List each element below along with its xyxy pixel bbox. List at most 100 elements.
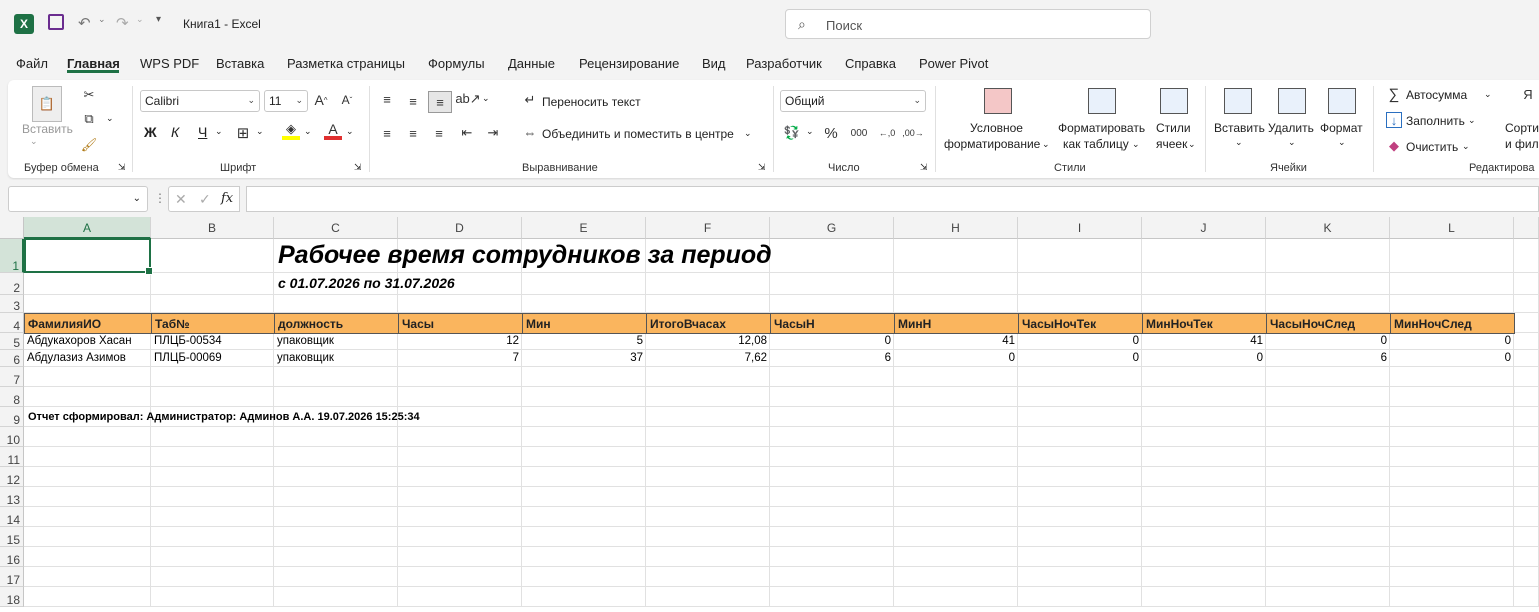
redo-dropdown-icon[interactable]: ⌄ <box>136 14 144 25</box>
column-header-b[interactable]: B <box>151 217 274 239</box>
grid-cell[interactable] <box>151 547 274 567</box>
grid-cell[interactable] <box>1266 567 1390 587</box>
grid-cell[interactable] <box>1018 407 1142 427</box>
fill-down-icon[interactable]: ↓ <box>1386 112 1402 128</box>
grid-cell[interactable] <box>151 239 274 273</box>
grid-cell[interactable] <box>1266 507 1390 527</box>
grid-cell[interactable] <box>894 467 1018 487</box>
grid-cell[interactable] <box>1266 239 1390 273</box>
grid-cell[interactable] <box>770 487 894 507</box>
grid-cell[interactable] <box>1514 239 1539 273</box>
grid-cell[interactable] <box>522 273 646 295</box>
name-box[interactable]: ⌄ <box>8 186 148 212</box>
format-as-table-icon[interactable] <box>1088 88 1116 114</box>
grid-cell[interactable] <box>522 387 646 407</box>
grid-cell[interactable] <box>894 507 1018 527</box>
row-header-17[interactable]: 17 <box>0 567 24 587</box>
grid-cell[interactable] <box>398 487 522 507</box>
align-bottom-icon[interactable]: ≡ <box>428 91 452 113</box>
search-box[interactable]: ⌕ Поиск <box>785 9 1151 39</box>
worksheet[interactable]: A B C D E F G H I J K L 1 2 3 4 5 6 7 8 9 10 11 12 13 14 15 16 17 18 Р… <box>0 217 1539 612</box>
grid-cell[interactable] <box>398 387 522 407</box>
row-header-16[interactable]: 16 <box>0 547 24 567</box>
grid-cell[interactable] <box>24 527 151 547</box>
format-as-table-dropdown-icon[interactable]: ⌄ <box>1132 139 1140 150</box>
copy-icon[interactable]: ⧉ <box>80 110 98 128</box>
tab-insert[interactable]: Вставка <box>216 56 264 71</box>
paste-button[interactable]: Вставить <box>22 122 73 136</box>
percent-icon[interactable]: % <box>822 124 840 142</box>
italic-button[interactable]: К <box>171 124 179 140</box>
conditional-formatting-dropdown-icon[interactable]: ⌄ <box>1042 139 1050 150</box>
grid-cell[interactable] <box>770 507 894 527</box>
grid-cell[interactable] <box>1514 313 1539 333</box>
grid-cell[interactable] <box>1514 407 1539 427</box>
number-format-dropdown[interactable]: Общий ⌄ <box>780 90 926 112</box>
grid-cell[interactable] <box>1390 467 1514 487</box>
grid-cell[interactable] <box>1142 367 1266 387</box>
decrease-font-icon[interactable]: Aˇ <box>338 90 356 110</box>
grid-cell[interactable] <box>1266 367 1390 387</box>
align-top-icon[interactable]: ≡ <box>378 90 396 108</box>
row-header-8[interactable]: 8 <box>0 387 24 407</box>
grid-cell[interactable] <box>24 547 151 567</box>
row-header-7[interactable]: 7 <box>0 367 24 387</box>
row-header-9[interactable]: 9 <box>0 407 24 427</box>
grid-cell[interactable] <box>770 427 894 447</box>
grid-cell[interactable] <box>1142 447 1266 467</box>
grid-cell[interactable] <box>151 567 274 587</box>
grid-cell[interactable] <box>646 587 770 607</box>
grid-cell[interactable] <box>522 527 646 547</box>
row-header-6[interactable]: 6 <box>0 350 24 367</box>
grid-cell[interactable] <box>1390 427 1514 447</box>
grid-cell[interactable] <box>151 507 274 527</box>
column-header-j[interactable]: J <box>1142 217 1266 239</box>
tab-help[interactable]: Справка <box>845 56 896 71</box>
row-header-10[interactable]: 10 <box>0 427 24 447</box>
grid-cell[interactable] <box>274 295 398 313</box>
grid-cell[interactable] <box>894 447 1018 467</box>
format-as-table-button[interactable]: Форматировать <box>1058 121 1145 135</box>
grid-cell[interactable] <box>1018 547 1142 567</box>
grid-cell[interactable] <box>1018 487 1142 507</box>
grid-cell[interactable] <box>894 487 1018 507</box>
bold-button[interactable]: Ж <box>144 124 157 140</box>
grid-cell[interactable] <box>151 295 274 313</box>
row-header-2[interactable]: 2 <box>0 273 24 295</box>
row-header-11[interactable]: 11 <box>0 447 24 467</box>
number-launcher-icon[interactable]: ⇲ <box>920 162 928 173</box>
grid-cell[interactable] <box>770 273 894 295</box>
grid-cell[interactable] <box>646 273 770 295</box>
grid-cell[interactable] <box>646 295 770 313</box>
grid-cell[interactable] <box>770 295 894 313</box>
grid-cell[interactable] <box>646 567 770 587</box>
grid-cell[interactable] <box>398 547 522 567</box>
grid-cell[interactable] <box>1266 387 1390 407</box>
wrap-text-button[interactable]: Переносить текст <box>542 95 641 109</box>
grid-cell[interactable] <box>1390 567 1514 587</box>
enter-icon[interactable]: ✓ <box>199 191 211 208</box>
grid-cell[interactable] <box>274 547 398 567</box>
grid-cell[interactable] <box>770 387 894 407</box>
font-launcher-icon[interactable]: ⇲ <box>354 162 362 173</box>
row-header-14[interactable]: 14 <box>0 507 24 527</box>
column-header-e[interactable]: E <box>522 217 646 239</box>
grid-cell[interactable] <box>522 507 646 527</box>
grid-cell[interactable] <box>1018 467 1142 487</box>
grid-cell[interactable] <box>151 387 274 407</box>
wrap-text-icon[interactable]: ↵ <box>522 92 538 108</box>
tab-review[interactable]: Рецензирование <box>579 56 679 71</box>
formula-input[interactable] <box>246 186 1539 212</box>
row-header-13[interactable]: 13 <box>0 487 24 507</box>
format-cells-dropdown-icon[interactable]: ⌄ <box>1338 137 1346 148</box>
grid-cell[interactable] <box>894 547 1018 567</box>
font-color-dropdown-icon[interactable]: ⌄ <box>346 126 354 137</box>
cell-styles-dropdown-icon[interactable]: ⌄ <box>1188 139 1196 150</box>
grid-cell[interactable] <box>1018 507 1142 527</box>
decrease-indent-icon[interactable]: ⇤ <box>458 124 476 142</box>
grid-cell[interactable] <box>151 367 274 387</box>
grid-cell[interactable] <box>274 587 398 607</box>
delete-cells-icon[interactable] <box>1278 88 1306 114</box>
tab-page-layout[interactable]: Разметка страницы <box>287 56 405 71</box>
grid-cell[interactable] <box>1018 239 1142 273</box>
